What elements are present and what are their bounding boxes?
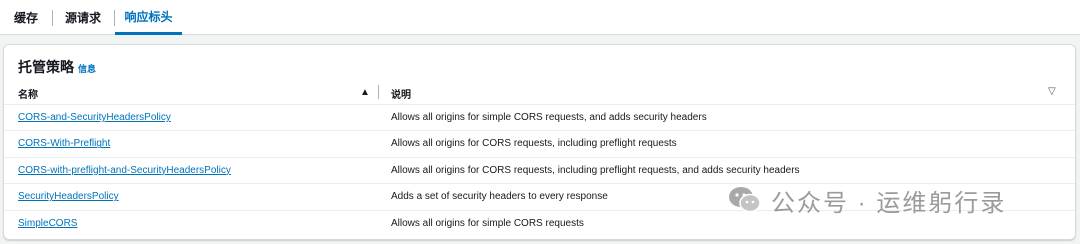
tab-cache[interactable]: 缓存	[6, 0, 46, 35]
policy-name-link[interactable]: CORS-with-preflight-and-SecurityHeadersP…	[18, 165, 231, 176]
column-dropdown-icon[interactable]: ▽	[1048, 86, 1056, 97]
tab-origin-request[interactable]: 源请求	[58, 0, 108, 35]
panel-title: 托管策略	[18, 59, 74, 75]
wechat-icon	[729, 187, 761, 213]
policy-name-link[interactable]: SecurityHeadersPolicy	[18, 191, 119, 202]
column-divider[interactable]	[378, 85, 379, 99]
watermark: 公众号 · 运维躬行录	[727, 180, 1006, 220]
table-row: CORS-With-Preflight Allows all origins f…	[4, 130, 1075, 156]
tab-response-headers[interactable]: 响应标头	[115, 0, 182, 35]
table-row: CORS-and-SecurityHeadersPolicy Allows al…	[4, 104, 1075, 130]
policy-description: Allows all origins for simple CORS reque…	[391, 217, 584, 229]
column-header-description: 说明	[391, 90, 411, 101]
policy-description: Allows all origins for CORS requests, in…	[391, 138, 677, 150]
policy-description: Adds a set of security headers to every …	[391, 191, 608, 203]
column-header-name[interactable]: 名称	[18, 86, 38, 101]
tab-bar: 缓存 源请求 响应标头	[0, 0, 1080, 35]
policy-name-link[interactable]: CORS-and-SecurityHeadersPolicy	[18, 112, 171, 123]
sort-ascending-icon[interactable]: ▲	[360, 87, 370, 98]
policy-name-link[interactable]: CORS-With-Preflight	[18, 138, 110, 149]
policy-description: Allows all origins for simple CORS reque…	[391, 112, 707, 123]
policy-name-link[interactable]: SimpleCORS	[18, 218, 77, 229]
tab-divider	[52, 10, 53, 26]
info-link[interactable]: 信息	[78, 62, 96, 75]
watermark-text: 公众号 · 运维躬行录	[771, 189, 1007, 217]
policy-description: Allows all origins for CORS requests, in…	[391, 164, 800, 176]
